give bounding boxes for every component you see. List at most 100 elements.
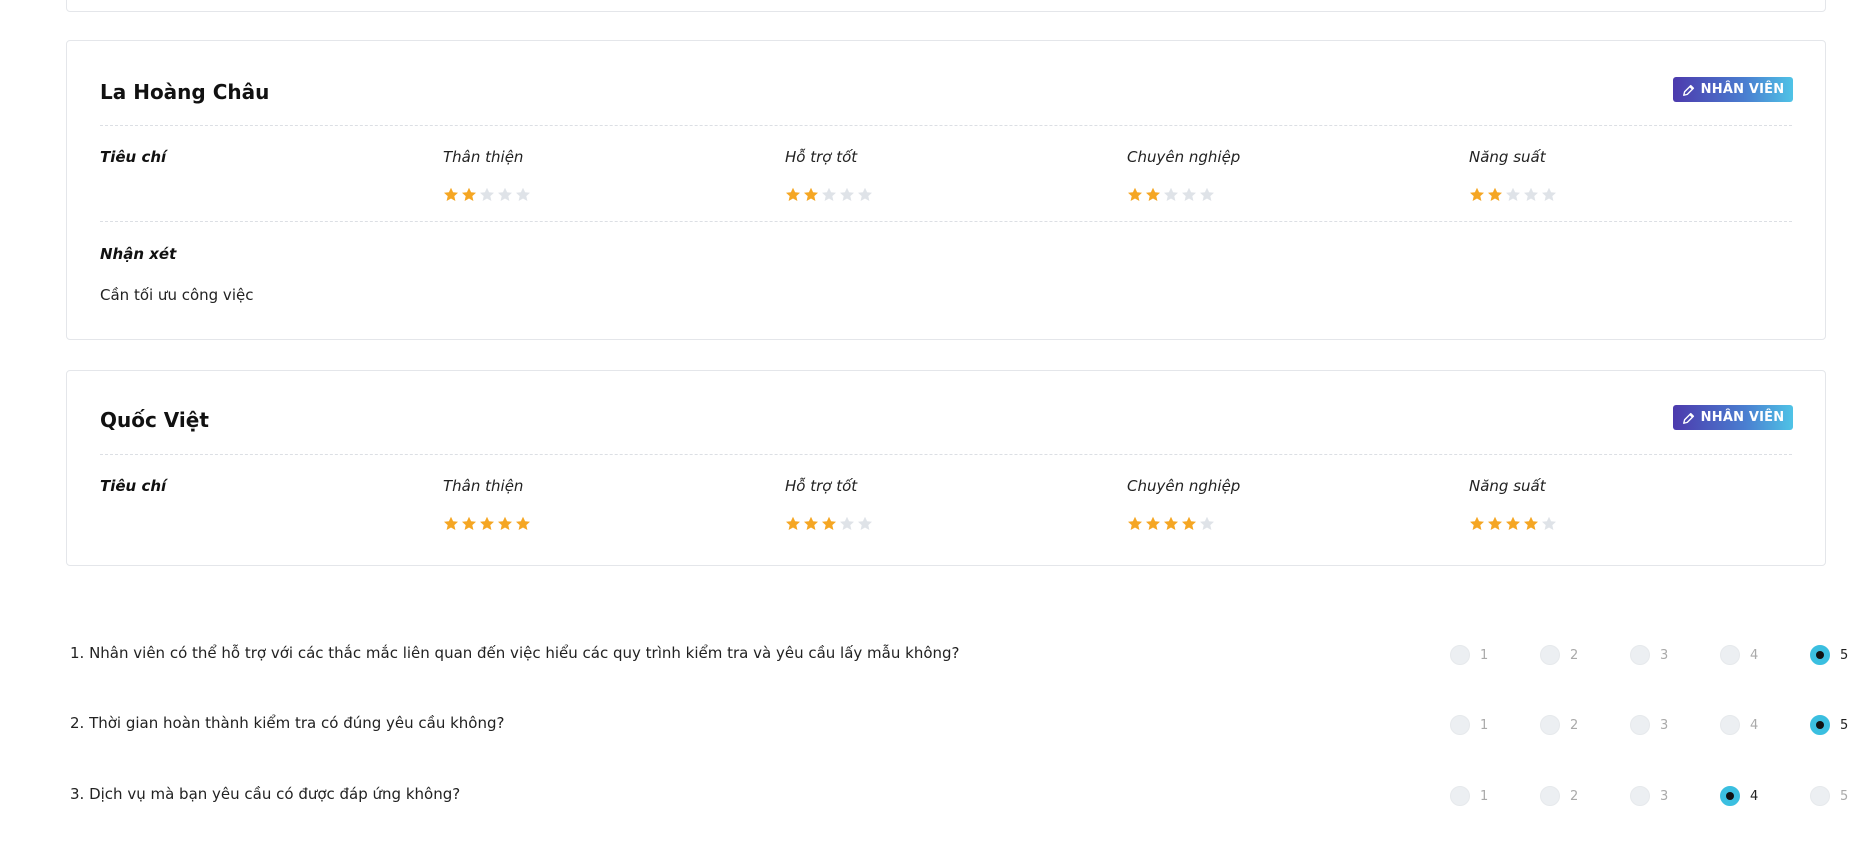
radio-circle[interactable] [1540, 715, 1560, 735]
star-icon [1542, 187, 1556, 201]
radio-label: 3 [1660, 717, 1669, 733]
radio-circle[interactable] [1630, 715, 1650, 735]
divider [100, 221, 1792, 222]
star-icon [1200, 187, 1214, 201]
star-icon [1542, 516, 1556, 530]
comment-text: Cần tối ưu công việc [100, 286, 254, 304]
rating-option-5[interactable]: 5 [1810, 715, 1848, 735]
rating-option-5[interactable]: 5 [1810, 645, 1848, 665]
star-icon [480, 516, 494, 530]
radio-label: 4 [1750, 788, 1759, 804]
star-icon [1146, 516, 1160, 530]
star-icon [804, 516, 818, 530]
rating-option-1[interactable]: 1 [1450, 645, 1488, 665]
radio-circle[interactable] [1810, 645, 1830, 665]
radio-circle[interactable] [1720, 715, 1740, 735]
radio-circle[interactable] [1630, 645, 1650, 665]
rating-option-2[interactable]: 2 [1540, 715, 1578, 735]
rating-option-2[interactable]: 2 [1540, 786, 1578, 806]
rating-option-1[interactable]: 1 [1450, 786, 1488, 806]
star-icon [1164, 516, 1178, 530]
star-icon [1470, 516, 1484, 530]
star-icon [516, 516, 530, 530]
star-icon [786, 187, 800, 201]
metric-label-ho-tro-tot: Hỗ trợ tốt [785, 148, 858, 166]
rating-option-4[interactable]: 4 [1720, 645, 1758, 665]
radio-label: 4 [1750, 717, 1759, 733]
radio-circle[interactable] [1450, 645, 1470, 665]
radio-label: 1 [1480, 717, 1489, 733]
star-icon [1182, 187, 1196, 201]
rating-stars [1469, 187, 1557, 203]
star-icon [1524, 516, 1538, 530]
divider [100, 125, 1792, 126]
star-icon [822, 516, 836, 530]
rating-option-1[interactable]: 1 [1450, 715, 1488, 735]
star-icon [1182, 516, 1196, 530]
metric-label-than-thien: Thân thiện [443, 477, 524, 495]
rating-option-3[interactable]: 3 [1630, 715, 1668, 735]
radio-circle[interactable] [1630, 786, 1650, 806]
star-icon [804, 187, 818, 201]
rating-stars [1469, 516, 1557, 532]
rating-option-2[interactable]: 2 [1540, 645, 1578, 665]
star-icon [822, 187, 836, 201]
star-icon [858, 516, 872, 530]
radio-circle[interactable] [1810, 715, 1830, 735]
star-icon [1164, 187, 1178, 201]
badge-label: NHÂN VIÊN [1700, 410, 1785, 425]
radio-label: 2 [1570, 647, 1579, 663]
radio-circle[interactable] [1720, 645, 1740, 665]
star-icon [840, 187, 854, 201]
star-icon [516, 187, 530, 201]
radio-circle[interactable] [1450, 715, 1470, 735]
metric-label-chuyen-nghiep: Chuyên nghiệp [1127, 148, 1241, 166]
rating-stars [785, 187, 873, 203]
star-icon [840, 516, 854, 530]
radio-label: 2 [1570, 788, 1579, 804]
star-icon [1200, 516, 1214, 530]
star-icon [444, 516, 458, 530]
radio-label: 5 [1840, 717, 1849, 733]
rating-stars [443, 187, 531, 203]
rating-option-4[interactable]: 4 [1720, 715, 1758, 735]
staff-name: Quốc Việt [100, 408, 209, 432]
rating-stars [1127, 516, 1215, 532]
previous-card [66, 0, 1826, 12]
star-icon [462, 516, 476, 530]
star-icon [1506, 187, 1520, 201]
metric-label-nang-suat: Năng suất [1469, 477, 1546, 495]
rating-stars [443, 516, 531, 532]
radio-label: 2 [1570, 717, 1579, 733]
radio-circle[interactable] [1450, 786, 1470, 806]
radio-label: 5 [1840, 647, 1849, 663]
radio-circle[interactable] [1810, 786, 1830, 806]
star-icon [1524, 187, 1538, 201]
radio-label: 3 [1660, 788, 1669, 804]
rating-option-3[interactable]: 3 [1630, 645, 1668, 665]
staff-name: La Hoàng Châu [100, 80, 270, 104]
metric-label-ho-tro-tot: Hỗ trợ tốt [785, 477, 858, 495]
metric-label-than-thien: Thân thiện [443, 148, 524, 166]
star-icon [1488, 516, 1502, 530]
radio-circle[interactable] [1720, 786, 1740, 806]
star-icon [1146, 187, 1160, 201]
radio-label: 1 [1480, 788, 1489, 804]
criteria-label: Tiêu chí [100, 477, 167, 495]
metric-label-chuyen-nghiep: Chuyên nghiệp [1127, 477, 1241, 495]
pen-icon [1682, 84, 1694, 96]
rating-option-4[interactable]: 4 [1720, 786, 1758, 806]
star-icon [462, 187, 476, 201]
badge-label: NHÂN VIÊN [1700, 82, 1785, 97]
metric-label-nang-suat: Năng suất [1469, 148, 1546, 166]
staff-card-quoc-viet: Quốc Việt NHÂN VIÊN Tiêu chí Thân thiện … [66, 370, 1826, 566]
star-icon [1128, 187, 1142, 201]
divider [100, 454, 1792, 455]
radio-label: 1 [1480, 647, 1489, 663]
radio-circle[interactable] [1540, 786, 1560, 806]
star-icon [498, 187, 512, 201]
rating-stars [785, 516, 873, 532]
rating-option-5[interactable]: 5 [1810, 786, 1848, 806]
radio-circle[interactable] [1540, 645, 1560, 665]
rating-option-3[interactable]: 3 [1630, 786, 1668, 806]
